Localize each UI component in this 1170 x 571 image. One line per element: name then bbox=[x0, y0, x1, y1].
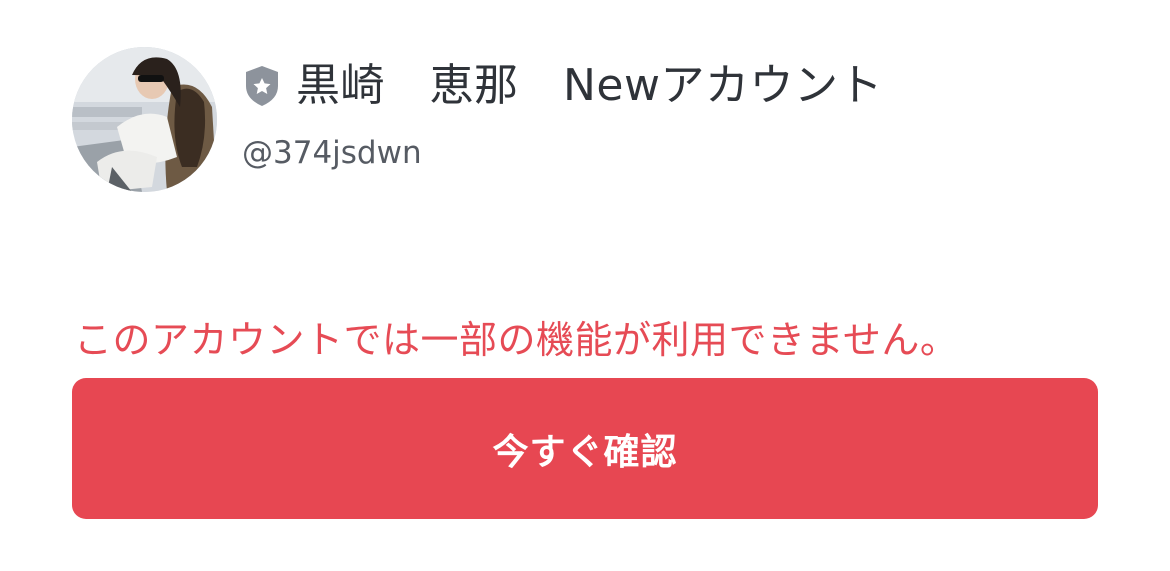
confirm-now-button[interactable]: 今すぐ確認 bbox=[72, 378, 1098, 519]
avatar[interactable] bbox=[72, 47, 217, 192]
confirm-now-label: 今すぐ確認 bbox=[492, 431, 678, 473]
account-header-screen: 黒崎 恵那 Newアカウント @374jsdwn このアカウントでは一部の機能が… bbox=[0, 0, 1170, 571]
user-handle: @374jsdwn bbox=[242, 135, 422, 171]
name-row: 黒崎 恵那 Newアカウント bbox=[242, 55, 883, 117]
shield-star-icon bbox=[242, 63, 282, 109]
restriction-notice: このアカウントでは一部の機能が利用できません。 bbox=[74, 318, 959, 362]
avatar-photo bbox=[72, 47, 217, 192]
display-name: 黒崎 恵那 Newアカウント bbox=[296, 60, 883, 111]
